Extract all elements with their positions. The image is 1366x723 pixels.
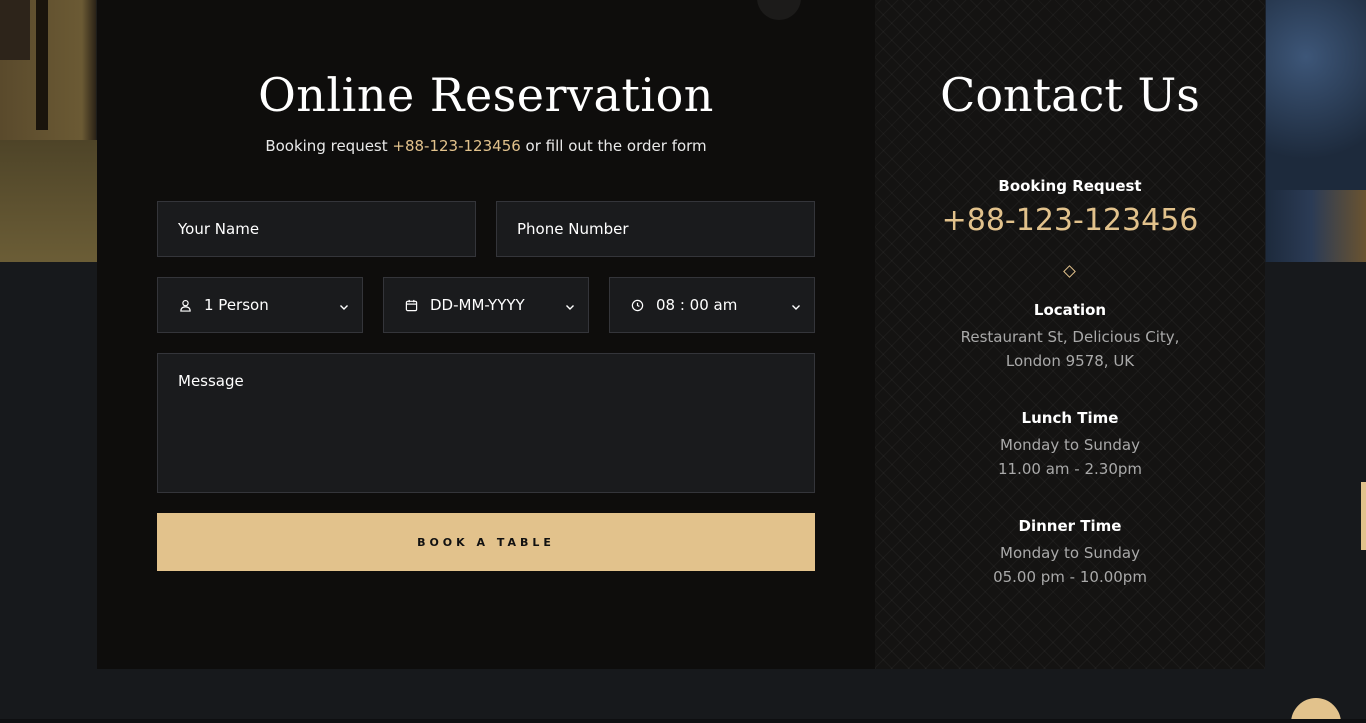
lunch-time: 11.00 am - 2.30pm xyxy=(998,460,1142,478)
background-floor xyxy=(0,140,97,262)
phone-placeholder: Phone Number xyxy=(517,220,629,238)
lunch-hours: Monday to Sunday 11.00 am - 2.30pm xyxy=(875,433,1265,481)
location-heading: Location xyxy=(1033,301,1107,319)
lunch-heading: Lunch Time xyxy=(1021,409,1119,427)
name-field[interactable]: Your Name xyxy=(157,201,476,257)
lunch-block: Lunch Time Monday to Sunday 11.00 am - 2… xyxy=(875,409,1265,481)
chevron-down-icon xyxy=(564,299,576,311)
subtitle-suffix: or fill out the order form xyxy=(520,137,707,155)
message-placeholder: Message xyxy=(178,372,244,390)
form-subtitle: Booking request +88-123-123456 or fill o… xyxy=(97,137,875,155)
background-denim xyxy=(1266,0,1366,190)
time-select[interactable]: 08 : 00 am xyxy=(609,277,815,333)
dinner-time: 05.00 pm - 10.00pm xyxy=(993,568,1147,586)
contact-title: Contact Us xyxy=(940,68,1200,122)
date-value: DD-MM-YYYY xyxy=(430,296,525,314)
side-tab[interactable] xyxy=(1361,482,1366,550)
dinner-heading: Dinner Time xyxy=(1018,517,1122,535)
dinner-hours: Monday to Sunday 05.00 pm - 10.00pm xyxy=(875,541,1265,589)
booking-phone-link[interactable]: +88-123-123456 xyxy=(875,203,1265,238)
name-placeholder: Your Name xyxy=(178,220,260,238)
location-address: Restaurant St, Delicious City, London 95… xyxy=(875,325,1265,373)
diamond-divider-icon xyxy=(1063,265,1076,278)
book-table-button[interactable]: BOOK A TABLE xyxy=(157,513,815,571)
lunch-days: Monday to Sunday xyxy=(1000,436,1140,454)
location-line1: Restaurant St, Delicious City, xyxy=(960,328,1180,346)
phone-field[interactable]: Phone Number xyxy=(496,201,815,257)
reservation-form: Online Reservation Booking request +88-1… xyxy=(97,0,875,669)
form-title: Online Reservation xyxy=(258,68,714,122)
contact-panel: Contact Us Booking Request +88-123-12345… xyxy=(875,0,1265,669)
location-line2: London 9578, UK xyxy=(1005,352,1135,370)
chevron-down-icon xyxy=(790,299,802,311)
calendar-icon xyxy=(404,298,418,312)
dinner-days: Monday to Sunday xyxy=(1000,544,1140,562)
message-textarea[interactable]: Message xyxy=(157,353,815,493)
booking-heading: Booking Request xyxy=(998,177,1142,195)
reservation-panel: Online Reservation Booking request +88-1… xyxy=(97,0,1265,669)
time-value: 08 : 00 am xyxy=(656,296,738,314)
date-select[interactable]: DD-MM-YYYY xyxy=(383,277,589,333)
clock-icon xyxy=(630,298,644,312)
persons-value: 1 Person xyxy=(204,296,269,314)
location-block: Location Restaurant St, Delicious City, … xyxy=(875,301,1265,373)
dinner-block: Dinner Time Monday to Sunday 05.00 pm - … xyxy=(875,517,1265,589)
background-chair-shape xyxy=(0,0,30,60)
chevron-down-icon xyxy=(338,299,350,311)
background-table-leg xyxy=(36,0,48,130)
user-icon xyxy=(178,298,192,312)
booking-request-block: Booking Request +88-123-123456 xyxy=(875,177,1265,238)
persons-select[interactable]: 1 Person xyxy=(157,277,363,333)
subtitle-prefix: Booking request xyxy=(265,137,393,155)
subtitle-phone-link[interactable]: +88-123-123456 xyxy=(392,137,520,155)
page-bottom-edge xyxy=(0,719,1366,723)
